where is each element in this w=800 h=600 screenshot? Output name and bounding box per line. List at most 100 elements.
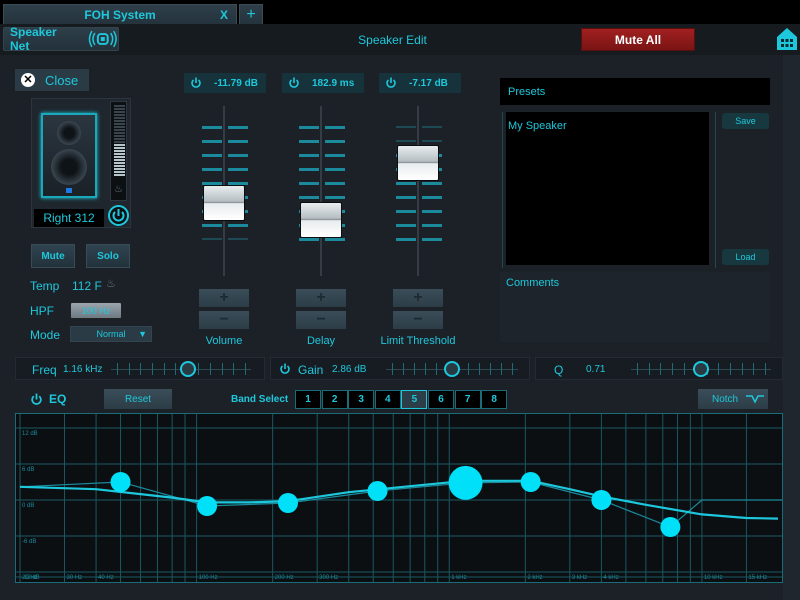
close-button[interactable]: ✕ Close: [15, 69, 89, 91]
flame-icon: ♨: [106, 278, 116, 290]
fader-handle[interactable]: [300, 201, 342, 238]
freq-slider[interactable]: [16, 358, 266, 381]
fader-scale-tick: [396, 196, 416, 199]
eq-graph[interactable]: 12 dB 6 dB 0 dB -6 dB -12 dB 20 Hz 30 Hz 40 Hz 1…: [15, 413, 783, 583]
fader-readout-value: -11.79 dB: [214, 77, 258, 89]
solo-button[interactable]: Solo: [86, 244, 130, 268]
fader-readout[interactable]: -7.17 dB: [379, 73, 461, 93]
speaker-power-button[interactable]: [108, 205, 129, 226]
fader-readout-value: 182.9 ms: [312, 77, 355, 89]
slider-tick: [501, 363, 503, 375]
eq-toggle[interactable]: EQ: [30, 392, 66, 406]
filter-type-label: Notch: [712, 393, 739, 405]
fader-scale-tick: [299, 182, 319, 185]
fader-scale-tick: [396, 140, 416, 142]
mute-button[interactable]: Mute: [31, 244, 75, 268]
fader-handle[interactable]: [397, 145, 439, 182]
preset-item[interactable]: My Speaker: [506, 112, 709, 140]
db-tick-label: 0 dB: [22, 503, 34, 509]
fader-minus-button[interactable]: −: [296, 311, 346, 329]
fader-track[interactable]: [320, 106, 322, 276]
power-icon: [112, 209, 125, 222]
slider-knob[interactable]: [180, 361, 196, 377]
fader-scale-tick: [325, 140, 345, 143]
freq-tick-label: 2 kHz: [527, 575, 542, 581]
band-button-5[interactable]: 5: [401, 390, 428, 409]
band-button-3[interactable]: 3: [348, 390, 375, 409]
speaker-net-button[interactable]: Speaker Net: [3, 25, 119, 53]
fader-power-icon[interactable]: [190, 77, 202, 89]
mode-dropdown[interactable]: Normal ▼: [70, 326, 152, 342]
fader-power-icon[interactable]: [288, 77, 300, 89]
band-button-2[interactable]: 2: [321, 390, 348, 409]
level-meter-segment: [114, 123, 125, 125]
band-button-1[interactable]: 1: [295, 390, 321, 409]
band-button-6[interactable]: 6: [428, 390, 454, 409]
fader-scale-tick: [325, 126, 345, 129]
load-preset-button[interactable]: Load: [722, 249, 769, 265]
slider-knob[interactable]: [693, 361, 709, 377]
level-meter-segment: [114, 144, 125, 146]
fader-plus-button[interactable]: +: [393, 289, 443, 307]
fader-power-icon[interactable]: [385, 77, 397, 89]
level-meter-segment: [114, 126, 125, 128]
speaker-image[interactable]: [41, 113, 97, 198]
slider-tick: [490, 363, 492, 375]
fader-minus-button[interactable]: −: [393, 311, 443, 329]
save-preset-button[interactable]: Save: [722, 113, 769, 129]
gain-slider[interactable]: [271, 358, 531, 381]
band-button-8[interactable]: 8: [481, 390, 508, 409]
temp-value: 112 F: [72, 279, 102, 293]
level-meter-segment: [114, 159, 125, 161]
eq-reset-button[interactable]: Reset: [104, 389, 172, 409]
fader-scale-tick: [228, 224, 248, 227]
eq-band-point-2[interactable]: [197, 496, 218, 516]
eq-band-point-8[interactable]: [660, 517, 681, 537]
hpf-button[interactable]: 100 Hz: [70, 302, 122, 319]
eq-band-point-4[interactable]: [367, 481, 388, 501]
fader-track[interactable]: [417, 106, 419, 276]
mode-label: Mode: [30, 328, 61, 342]
tab-close-icon[interactable]: X: [220, 8, 228, 22]
speaker-name-field[interactable]: Right 312: [34, 209, 104, 227]
fader-scale-tick: [396, 238, 416, 241]
level-meter-segment: [114, 141, 125, 143]
fader-plus-button[interactable]: +: [199, 289, 249, 307]
band-button-7[interactable]: 7: [454, 390, 481, 409]
fader-handle[interactable]: [203, 184, 245, 221]
filter-type-button[interactable]: Notch: [698, 389, 768, 409]
band-button-4[interactable]: 4: [374, 390, 401, 409]
preset-list[interactable]: My Speaker: [506, 112, 709, 265]
fader-readout[interactable]: 182.9 ms: [282, 73, 364, 93]
speaker-network-icon: [89, 30, 118, 48]
q-slider[interactable]: [536, 358, 784, 381]
fader-minus-button[interactable]: −: [199, 311, 249, 329]
slider-tick: [512, 363, 513, 375]
eq-band-point-7[interactable]: [591, 490, 612, 510]
fader-scale-tick: [422, 182, 442, 185]
slider-knob[interactable]: [444, 361, 460, 377]
add-tab-button[interactable]: +: [239, 4, 263, 24]
comments-label: Comments: [506, 277, 560, 289]
tab-foh-system[interactable]: FOH System X: [3, 4, 237, 24]
slider-tick: [648, 363, 650, 375]
eq-graph-canvas[interactable]: 12 dB6 dB0 dB-6 dB-12 dB20 Hz 30 Hz 40 Hz 1…: [16, 414, 782, 582]
fader-label: Volume: [205, 335, 243, 347]
header-bar: Speaker Net Speaker Edit Mute All: [0, 24, 800, 55]
slider-tick: [128, 363, 130, 375]
eq-band-point-5[interactable]: [448, 465, 483, 500]
comments-field[interactable]: Comments: [500, 272, 770, 342]
level-meter-segment: [114, 150, 125, 152]
level-meter-segment: [114, 174, 125, 176]
fader-plus-button[interactable]: +: [296, 289, 346, 307]
fader-scale-tick: [202, 154, 222, 157]
level-meter-segment: [114, 129, 125, 131]
slider-tick: [198, 363, 200, 375]
home-icon[interactable]: [776, 27, 798, 51]
fader-readout[interactable]: -11.79 dB: [184, 73, 266, 93]
eq-band-point-6[interactable]: [520, 472, 541, 492]
mute-all-button[interactable]: Mute All: [581, 28, 695, 51]
eq-band-point-1[interactable]: [110, 472, 131, 492]
slider-tick: [637, 363, 638, 375]
eq-band-point-3[interactable]: [278, 493, 299, 513]
